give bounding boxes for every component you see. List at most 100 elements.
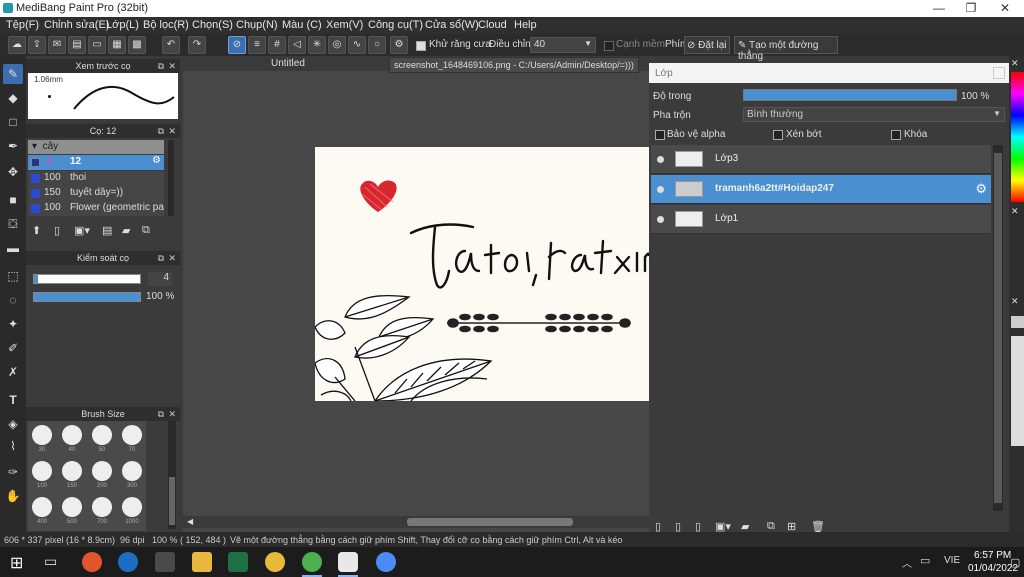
select-pen-tool-icon[interactable]: ✐ — [3, 338, 23, 358]
close-icon[interactable]: ✕ — [1011, 58, 1019, 69]
dropper-tool-icon[interactable]: ✑ — [3, 462, 23, 482]
menu-tools[interactable]: Công cụ(T) — [368, 19, 423, 31]
eye-icon[interactable] — [657, 216, 664, 223]
popout-icon[interactable]: ⧉ — [158, 59, 164, 73]
no-snap-icon[interactable]: ⊘ — [228, 36, 246, 54]
menu-view[interactable]: Xem(V) — [326, 19, 363, 31]
magic-wand-tool-icon[interactable]: ✦ — [3, 314, 23, 334]
shape-tool-icon[interactable]: ◈ — [3, 414, 23, 434]
layer-row[interactable]: Lớp1 — [651, 205, 991, 234]
brush-size-dot[interactable] — [122, 425, 142, 445]
gear-icon[interactable]: ⚙ — [152, 155, 161, 166]
brush-folder-icon[interactable]: ▰ — [122, 224, 130, 237]
circle-snap-icon[interactable]: ◎ — [328, 36, 346, 54]
copy-brush-icon[interactable]: ▤ — [102, 224, 112, 237]
brush-size-dot[interactable] — [32, 461, 52, 481]
cloud-icon[interactable]: ☁ — [8, 36, 26, 54]
chrome-alt-icon[interactable] — [376, 552, 396, 572]
brush-size-dot[interactable] — [92, 461, 112, 481]
grid-panel-icon[interactable]: ▦ — [108, 36, 126, 54]
brush-size-dot[interactable] — [62, 461, 82, 481]
move-tool-icon[interactable]: ✥ — [3, 162, 23, 182]
text-tool-icon[interactable]: T — [3, 390, 23, 410]
scroll-thumb[interactable] — [407, 518, 573, 526]
menu-help[interactable]: Help — [514, 19, 537, 31]
close-icon[interactable]: ✕ — [168, 407, 176, 421]
share-icon[interactable]: ⇪ — [28, 36, 46, 54]
cross-snap-icon[interactable]: # — [268, 36, 286, 54]
select-eraser-tool-icon[interactable]: ✗ — [3, 362, 23, 382]
clipping-checkbox[interactable] — [773, 129, 783, 141]
gradient-tool-icon[interactable]: ▬ — [3, 238, 23, 258]
size-slider[interactable] — [33, 274, 141, 284]
menu-window[interactable]: Cửa sổ(W) — [425, 19, 479, 31]
fill-rect-tool-icon[interactable]: ■ — [3, 190, 23, 210]
chrome-profile-icon[interactable] — [302, 552, 322, 572]
antialias-checkbox[interactable] — [416, 40, 426, 52]
curve-snap-icon[interactable]: ∿ — [348, 36, 366, 54]
vanish-snap-icon[interactable]: ◁ — [288, 36, 306, 54]
brush-size-dot[interactable] — [62, 497, 82, 517]
windows-start-icon[interactable]: ⊞ — [10, 553, 23, 573]
chrome-icon[interactable] — [265, 552, 285, 572]
layer-scrollbar[interactable] — [993, 145, 1003, 511]
duplicate-brush-icon[interactable]: ⧉ — [142, 224, 150, 237]
menu-file[interactable]: Tệp(F) — [6, 19, 39, 31]
protect-alpha-checkbox[interactable] — [655, 129, 665, 141]
edge-icon[interactable] — [118, 552, 138, 572]
task-view-icon[interactable]: ▭ — [44, 553, 57, 570]
eraser-tool-icon[interactable]: ◆ — [3, 88, 23, 108]
parallel-snap-icon[interactable]: ≡ — [248, 36, 266, 54]
smooth-edge-checkbox[interactable] — [604, 40, 614, 52]
eye-icon[interactable] — [657, 156, 664, 163]
layer-row[interactable]: Lớp3 — [651, 145, 991, 174]
brush-group-header[interactable]: ▾ cây — [28, 140, 164, 154]
notification-icon[interactable]: ▢ — [1010, 556, 1020, 569]
brush-size-dot[interactable] — [62, 425, 82, 445]
menu-edit[interactable]: Chỉnh sửa(E) — [44, 19, 109, 31]
hand-tool-icon[interactable]: ✋ — [3, 486, 23, 506]
close-icon[interactable]: ✕ — [168, 124, 176, 138]
brush-size-dot[interactable] — [122, 497, 142, 517]
navigator-thumb[interactable] — [1011, 316, 1024, 328]
excel-icon[interactable] — [228, 552, 248, 572]
add-cloud-brush-icon[interactable]: ⬆ — [32, 224, 41, 237]
comment-icon[interactable]: ✉ — [48, 36, 66, 54]
popout-icon[interactable]: ⧉ — [158, 251, 164, 265]
brush-tool-icon[interactable]: ✎ — [3, 64, 23, 84]
tray-chevron-icon[interactable]: ︿ — [902, 555, 912, 570]
close-icon[interactable]: ✕ — [168, 251, 176, 265]
menu-layer[interactable]: Lớp(L) — [106, 19, 139, 31]
language-indicator[interactable]: VIE — [944, 555, 960, 566]
eye-icon[interactable] — [657, 186, 664, 193]
canvas-hscrollbar[interactable]: ◀ — [183, 516, 649, 528]
brush-size-dot[interactable] — [92, 425, 112, 445]
gear-icon[interactable]: ⚙ — [975, 181, 987, 197]
popout-icon[interactable]: ⧉ — [158, 407, 164, 421]
layer-row[interactable]: tramanh6a2tt#Hoidap247 ⚙ — [651, 175, 991, 204]
opacity-slider[interactable] — [33, 292, 141, 302]
file-explorer-icon[interactable] — [192, 552, 212, 572]
tile-icon[interactable]: ▩ — [128, 36, 146, 54]
brush-size-dot[interactable] — [122, 461, 142, 481]
size-value[interactable]: 4 — [148, 272, 172, 286]
brush-item[interactable]: 4 12 ⚙ — [28, 155, 164, 170]
panel-close-icon[interactable] — [993, 67, 1005, 79]
blend-mode-select[interactable]: Bình thường ▼ — [743, 107, 1005, 122]
close-icon[interactable]: ✕ — [1011, 206, 1019, 217]
scroll-thumb[interactable] — [994, 153, 1002, 503]
brush-menu-icon[interactable]: ▣▾ — [74, 224, 90, 237]
brush-list-scrollbar[interactable] — [168, 140, 174, 216]
clock-time[interactable]: 6:57 PM — [974, 550, 1011, 561]
lasso-tool-icon[interactable]: ◌ — [3, 290, 23, 310]
menu-cloud[interactable]: Cloud — [478, 19, 507, 31]
brush-size-dot[interactable] — [32, 497, 52, 517]
adjust-select[interactable]: 40 ▼ — [530, 37, 596, 53]
close-icon[interactable]: ✕ — [168, 59, 176, 73]
menu-select[interactable]: Chọn(S) — [192, 19, 233, 31]
brush-size-scrollbar[interactable] — [168, 421, 176, 529]
minimize-button[interactable]: — — [924, 0, 954, 17]
close-icon[interactable]: ✕ — [1011, 296, 1019, 307]
undo-icon[interactable]: ↶ — [162, 36, 180, 54]
menu-filter[interactable]: Bộ lọc(R) — [143, 19, 189, 31]
